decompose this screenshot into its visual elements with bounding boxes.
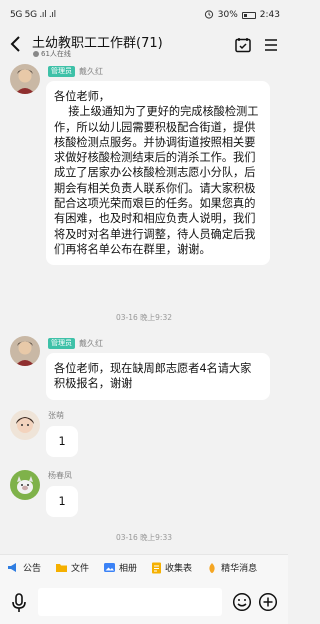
message-text: 各位老师， 接上级通知为了更好的完成核酸检测工作，所以幼儿园需要积极配合街道，提… — [54, 90, 259, 256]
announcement-label: 公告 — [23, 564, 42, 574]
file-label: 文件 — [71, 564, 90, 574]
admin-badge: 管理员 — [48, 66, 75, 77]
input-bar — [0, 580, 288, 624]
file-button[interactable]: 文件 — [48, 561, 96, 574]
sender-name[interactable]: 杨春凤 — [48, 470, 72, 481]
message-text: 1 — [58, 435, 66, 448]
sender-name[interactable]: 张萌 — [48, 410, 64, 421]
online-dot-icon — [33, 51, 39, 57]
avatar[interactable] — [10, 336, 40, 366]
avatar[interactable] — [10, 470, 40, 500]
album-button[interactable]: 相册 — [96, 561, 144, 574]
timestamp: 03-16 晚上9:32 — [115, 313, 173, 322]
message-text: 1 — [58, 495, 66, 508]
alarm-icon — [204, 9, 214, 22]
album-icon — [104, 563, 116, 572]
announcement-button[interactable]: 公告 — [0, 561, 48, 574]
essence-button[interactable]: 精华消息 — [199, 561, 264, 574]
message-bubble[interactable]: 1 — [46, 426, 78, 458]
folder-icon — [56, 564, 68, 572]
online-count-label: 61人在线 — [41, 50, 71, 58]
message-text: 各位老师，现在缺周郎志愿者4名请大家积极报名，谢谢 — [54, 362, 252, 391]
timestamp: 03-16 晚上9:33 — [115, 533, 173, 542]
menu-icon[interactable] — [263, 36, 281, 54]
signal-indicators: 5G 5G .ıl .ıl — [10, 10, 56, 20]
online-count: 61人在线 — [33, 49, 71, 59]
task-check-icon[interactable] — [234, 36, 252, 54]
announcement-icon — [8, 563, 16, 572]
emoji-icon[interactable] — [232, 592, 252, 612]
message-bubble[interactable]: 1 — [46, 486, 78, 518]
avatar[interactable] — [10, 410, 40, 440]
sender-name[interactable]: 戴久红 — [79, 338, 103, 349]
microphone-icon[interactable] — [10, 592, 28, 614]
status-bar: 5G 5G .ıl .ıl 30% 2:43 — [0, 0, 288, 30]
chat-header: 土幼教职工工作群(71) 61人在线 — [0, 30, 288, 62]
form-icon — [152, 562, 162, 573]
form-button[interactable]: 收集表 — [144, 561, 199, 574]
message-bubble[interactable]: 各位老师， 接上级通知为了更好的完成核酸检测工作，所以幼儿园需要积极配合街道，提… — [46, 81, 270, 266]
plus-icon[interactable] — [258, 592, 278, 612]
battery-percent: 30% — [217, 10, 238, 20]
avatar[interactable] — [10, 64, 40, 94]
essence-icon — [209, 562, 215, 573]
battery-icon — [241, 11, 256, 19]
message-input[interactable] — [38, 588, 222, 616]
message-bubble[interactable]: 各位老师，现在缺周郎志愿者4名请大家积极报名，谢谢 — [46, 353, 270, 400]
clock: 2:43 — [259, 10, 280, 20]
album-label: 相册 — [119, 564, 138, 574]
essence-label: 精华消息 — [221, 564, 258, 574]
back-icon[interactable] — [8, 34, 26, 54]
sender-name[interactable]: 戴久红 — [79, 66, 103, 77]
admin-badge: 管理员 — [48, 338, 75, 349]
form-label: 收集表 — [165, 564, 193, 574]
quick-toolbar: 公告 文件 相册 收集表 精华消息 — [0, 554, 288, 580]
